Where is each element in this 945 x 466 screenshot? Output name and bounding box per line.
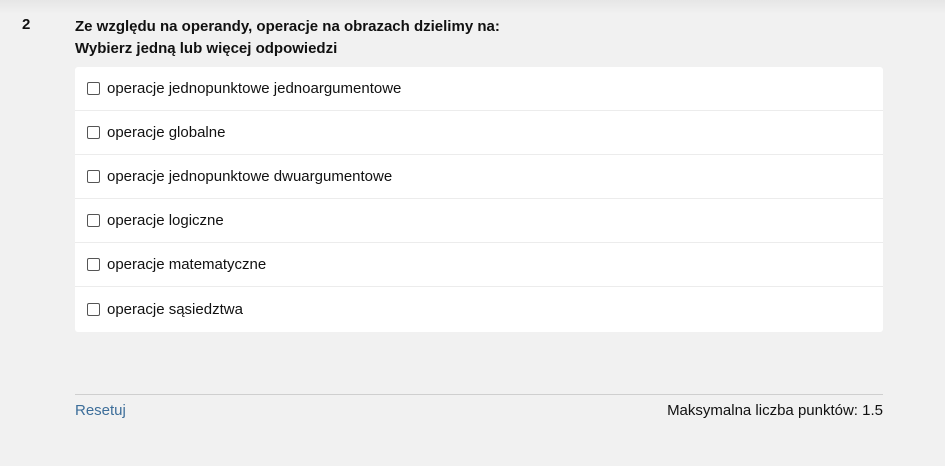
answer-label: operacje logiczne — [107, 212, 224, 229]
checkbox[interactable] — [87, 258, 100, 271]
answer-label: operacje jednopunktowe jednoargumentowe — [107, 80, 402, 97]
checkbox[interactable] — [87, 126, 100, 139]
top-shadow — [0, 0, 945, 14]
answer-label: operacje jednopunktowe dwuargumentowe — [107, 168, 393, 185]
checkbox[interactable] — [87, 214, 100, 227]
answer-option[interactable]: operacje sąsiedztwa — [75, 287, 883, 332]
question-text: Ze względu na operandy, operacje na obra… — [75, 18, 500, 35]
question-header: Ze względu na operandy, operacje na obra… — [75, 16, 500, 60]
checkbox[interactable] — [87, 82, 100, 95]
answer-label: operacje globalne — [107, 124, 226, 141]
question-instruction: Wybierz jedną lub więcej odpowiedzi — [75, 40, 338, 57]
reset-link[interactable]: Resetuj — [75, 402, 126, 419]
answer-option[interactable]: operacje globalne — [75, 111, 883, 155]
max-points-label: Maksymalna liczba punktów: 1.5 — [667, 402, 883, 419]
question-number: 2 — [22, 16, 31, 33]
footer-divider — [75, 394, 883, 395]
answer-option[interactable]: operacje matematyczne — [75, 243, 883, 287]
checkbox[interactable] — [87, 170, 100, 183]
answer-label: operacje matematyczne — [107, 256, 267, 273]
checkbox[interactable] — [87, 303, 100, 316]
answer-list: operacje jednopunktowe jednoargumentowe … — [75, 67, 883, 332]
answer-label: operacje sąsiedztwa — [107, 301, 243, 318]
answer-option[interactable]: operacje logiczne — [75, 199, 883, 243]
answer-option[interactable]: operacje jednopunktowe dwuargumentowe — [75, 155, 883, 199]
answer-option[interactable]: operacje jednopunktowe jednoargumentowe — [75, 67, 883, 111]
